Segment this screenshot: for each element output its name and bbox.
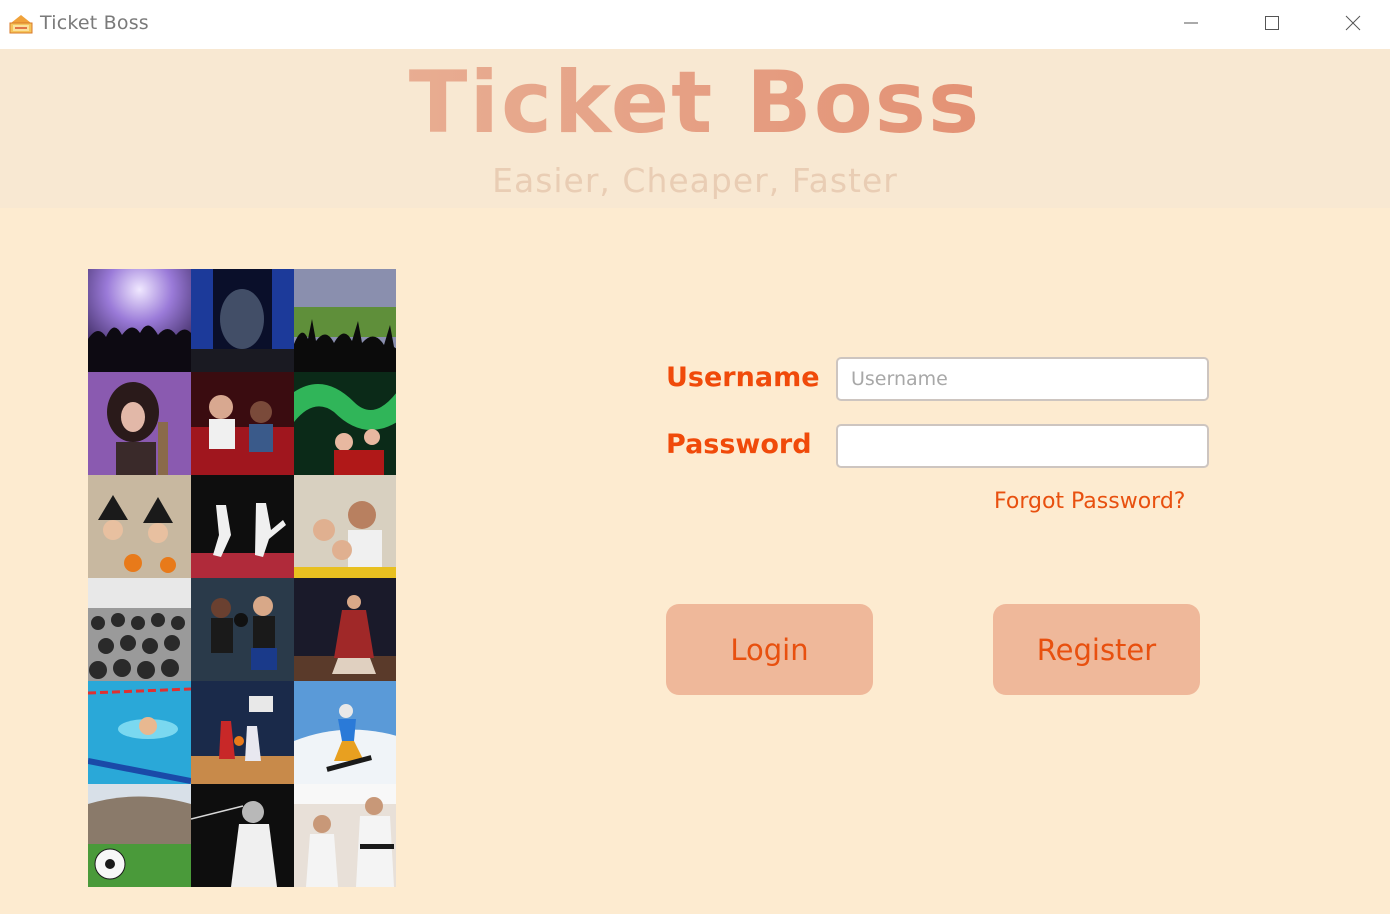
- soccer-stadium-photo: [88, 784, 191, 887]
- login-button[interactable]: Login: [666, 604, 873, 695]
- swimming-photo: [88, 681, 191, 784]
- karate-sparring-photo: [191, 475, 294, 578]
- halloween-kids-photo: [88, 475, 191, 578]
- password-label: Password: [666, 429, 812, 460]
- register-button[interactable]: Register: [993, 604, 1200, 695]
- username-input[interactable]: [836, 357, 1209, 401]
- close-icon: [1345, 15, 1361, 35]
- auditorium-audience-photo: [88, 578, 191, 681]
- stadium-fans-photo: [294, 269, 396, 372]
- concert-crowd-photo: [88, 269, 191, 372]
- brand-header: Ticket Boss Easier, Cheaper, Faster: [0, 49, 1390, 208]
- singer-photo: [88, 372, 191, 475]
- maximize-button[interactable]: [1232, 0, 1312, 49]
- minimize-icon: [1183, 15, 1199, 35]
- brand-title: Ticket Boss: [0, 53, 1390, 153]
- family-selfie-photo: [294, 475, 396, 578]
- password-input[interactable]: [836, 424, 1209, 468]
- theater-stage-photo: [191, 269, 294, 372]
- minimize-button[interactable]: [1151, 0, 1231, 49]
- username-label: Username: [666, 362, 820, 393]
- event-photo-grid: [88, 269, 396, 887]
- forgot-password-link[interactable]: Forgot Password?: [994, 489, 1185, 514]
- title-bar: Ticket Boss: [0, 0, 1390, 49]
- boxing-match-photo: [191, 578, 294, 681]
- brand-tagline: Easier, Cheaper, Faster: [492, 161, 898, 200]
- close-button[interactable]: [1313, 0, 1390, 49]
- fencing-photo: [191, 784, 294, 887]
- maximize-icon: [1264, 15, 1280, 35]
- cinema-audience-photo: [191, 372, 294, 475]
- ticket-app-icon: [8, 11, 34, 37]
- snowboarding-photo: [294, 681, 396, 784]
- taekwondo-photo: [294, 784, 396, 887]
- festival-light-photo: [294, 372, 396, 475]
- window-title: Ticket Boss: [40, 12, 149, 34]
- stage-performance-photo: [294, 578, 396, 681]
- basketball-game-photo: [191, 681, 294, 784]
